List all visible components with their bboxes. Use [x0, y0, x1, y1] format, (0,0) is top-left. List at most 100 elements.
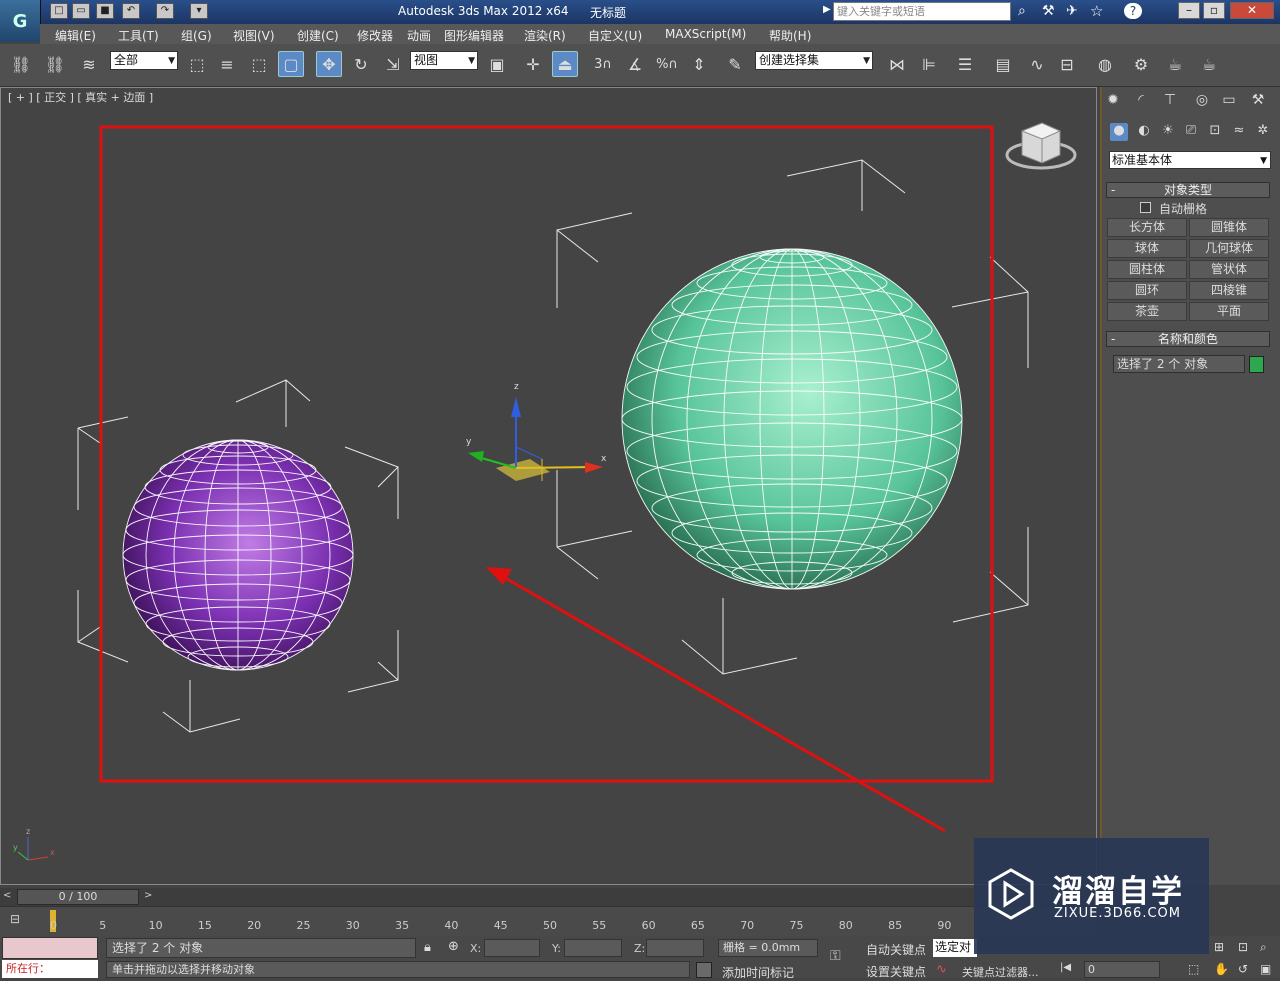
hierarchy-tab-icon[interactable]: ⊤: [1160, 92, 1180, 110]
select-object-icon[interactable]: ⬚: [184, 51, 210, 77]
link-icon[interactable]: ⛓: [8, 51, 34, 77]
box-button[interactable]: 长方体: [1107, 218, 1187, 237]
menu-graph-editors[interactable]: 图形编辑器: [444, 27, 504, 44]
menu-rendering[interactable]: 渲染(R): [524, 27, 566, 44]
align-icon[interactable]: ⊫: [916, 51, 942, 77]
spinner-snap-icon[interactable]: ⇕: [686, 51, 712, 77]
zoom-extents-icon[interactable]: ⬚: [1188, 962, 1199, 976]
menu-customize[interactable]: 自定义(U): [588, 27, 642, 44]
maxscript-listener[interactable]: [2, 937, 98, 959]
selected-set-dropdown[interactable]: 选定对: [933, 939, 977, 957]
auto-grid-checkbox[interactable]: [1140, 202, 1151, 213]
app-logo-icon[interactable]: G: [0, 0, 41, 42]
subscription-icon[interactable]: ⚒: [1042, 3, 1055, 19]
field-of-view-icon[interactable]: ⊡: [1238, 940, 1248, 954]
named-selection-dropdown[interactable]: 创建选择集: [755, 51, 873, 70]
select-and-rotate-icon[interactable]: ↻: [348, 51, 374, 77]
render-teapot-icon[interactable]: ☕: [1196, 51, 1222, 77]
search-arrow-icon[interactable]: ▶: [823, 4, 831, 15]
object-type-rollout[interactable]: - 对象类型: [1106, 182, 1270, 198]
close-button[interactable]: ✕: [1230, 2, 1274, 19]
material-editor-icon[interactable]: ◍: [1092, 51, 1118, 77]
orbit-icon[interactable]: ↺: [1238, 962, 1248, 976]
menu-help[interactable]: 帮助(H): [769, 27, 811, 44]
bind-space-warp-icon[interactable]: ≋: [76, 51, 102, 77]
modify-tab-icon[interactable]: ◜: [1131, 92, 1151, 110]
schematic-view-icon[interactable]: ⊟: [1054, 51, 1080, 77]
cylinder-button[interactable]: 圆柱体: [1107, 260, 1187, 279]
absolute-mode-icon[interactable]: ⊕: [448, 939, 459, 954]
object-category-dropdown[interactable]: 标准基本体: [1109, 151, 1271, 169]
time-prev-icon[interactable]: <: [3, 890, 11, 901]
maximize-viewport-icon[interactable]: ▣: [1260, 962, 1271, 976]
mirror-icon[interactable]: ⋈: [884, 51, 910, 77]
percent-snap-icon[interactable]: % ∩: [654, 51, 680, 77]
render-setup-icon[interactable]: ⚙: [1128, 51, 1154, 77]
save-file-icon[interactable]: ■: [96, 3, 114, 19]
menu-views[interactable]: 视图(V): [233, 27, 275, 44]
object-color-swatch[interactable]: [1249, 356, 1264, 373]
move-transform-gizmo[interactable]: [468, 397, 603, 481]
search-input[interactable]: 键入关键字或短语: [833, 2, 1011, 21]
tube-button[interactable]: 管状体: [1189, 260, 1269, 279]
new-file-icon[interactable]: □: [50, 3, 68, 19]
plane-button[interactable]: 平面: [1189, 302, 1269, 321]
green-sphere[interactable]: [621, 248, 963, 590]
undo-icon[interactable]: ↶: [122, 3, 140, 19]
time-slider-thumb[interactable]: 0 / 100: [17, 889, 139, 905]
reference-coord-dropdown[interactable]: 视图: [410, 51, 478, 70]
quick-access-dropdown-icon[interactable]: ▾: [190, 3, 208, 19]
menu-maxscript[interactable]: MAXScript(M): [665, 27, 746, 41]
object-name-field[interactable]: 选择了 2 个 对象: [1113, 355, 1245, 373]
auto-key-button[interactable]: 自动关键点: [866, 941, 926, 958]
select-by-name-icon[interactable]: ≡: [214, 51, 240, 77]
select-and-scale-icon[interactable]: ⇲: [380, 51, 406, 77]
cone-button[interactable]: 圆锥体: [1189, 218, 1269, 237]
select-and-move-icon[interactable]: ✥: [316, 51, 342, 77]
purple-sphere[interactable]: [122, 439, 354, 671]
menu-modifiers[interactable]: 修改器: [357, 27, 393, 44]
menu-tools[interactable]: 工具(T): [118, 27, 159, 44]
systems-icon[interactable]: ✲: [1254, 123, 1272, 141]
menu-edit[interactable]: 编辑(E): [55, 27, 96, 44]
angle-snap-icon[interactable]: ∡: [622, 51, 648, 77]
name-color-rollout[interactable]: - 名称和颜色: [1106, 331, 1270, 347]
y-coord-field[interactable]: [564, 939, 622, 957]
snaps-toggle-icon[interactable]: 3 ∩: [590, 51, 616, 77]
create-tab-icon[interactable]: ✹: [1103, 92, 1123, 110]
binoculars-icon[interactable]: ⌕: [1018, 3, 1026, 19]
open-file-icon[interactable]: ▭: [72, 3, 90, 19]
torus-button[interactable]: 圆环: [1107, 281, 1187, 300]
z-coord-field[interactable]: [646, 939, 704, 957]
teapot-button[interactable]: 茶壶: [1107, 302, 1187, 321]
zoom-all-icon[interactable]: ⊞: [1214, 940, 1224, 954]
pivot-center-icon[interactable]: ▣: [484, 51, 510, 77]
display-tab-icon[interactable]: ▭: [1219, 92, 1239, 110]
time-slider[interactable]: [0, 888, 1097, 906]
geometry-icon[interactable]: ●: [1110, 123, 1128, 141]
helpers-icon[interactable]: ⊡: [1206, 123, 1224, 141]
communication-icon[interactable]: ✈: [1066, 3, 1078, 19]
pan-icon[interactable]: ✋: [1214, 962, 1229, 976]
keyboard-shortcut-override-icon[interactable]: ⏏: [552, 51, 578, 77]
space-warps-icon[interactable]: ≈: [1230, 123, 1248, 141]
menu-create[interactable]: 创建(C): [297, 27, 339, 44]
key-icon[interactable]: ⚿: [830, 948, 841, 964]
selection-filter-dropdown[interactable]: 全部: [110, 51, 178, 70]
x-coord-field[interactable]: [484, 939, 540, 957]
help-icon[interactable]: ?: [1124, 3, 1142, 19]
rendered-frame-icon[interactable]: ☕: [1162, 51, 1188, 77]
minimize-button[interactable]: –: [1178, 2, 1200, 19]
motion-tab-icon[interactable]: ◎: [1192, 92, 1212, 110]
lights-icon[interactable]: ☀: [1159, 123, 1177, 141]
rect-selection-icon[interactable]: ⬚: [246, 51, 272, 77]
graphite-tools-icon[interactable]: ▤: [990, 51, 1016, 77]
current-frame-field[interactable]: 0: [1084, 961, 1160, 978]
viewcube-icon[interactable]: [1005, 122, 1077, 170]
selection-lock-icon[interactable]: 🔒︎: [424, 940, 431, 955]
shapes-icon[interactable]: ◐: [1135, 123, 1153, 141]
goto-start-icon[interactable]: |◀: [1060, 962, 1071, 973]
add-time-tag-label[interactable]: 添加时间标记: [722, 964, 794, 981]
sphere-button[interactable]: 球体: [1107, 239, 1187, 258]
mini-curve-editor-icon[interactable]: ⊟: [10, 912, 32, 928]
